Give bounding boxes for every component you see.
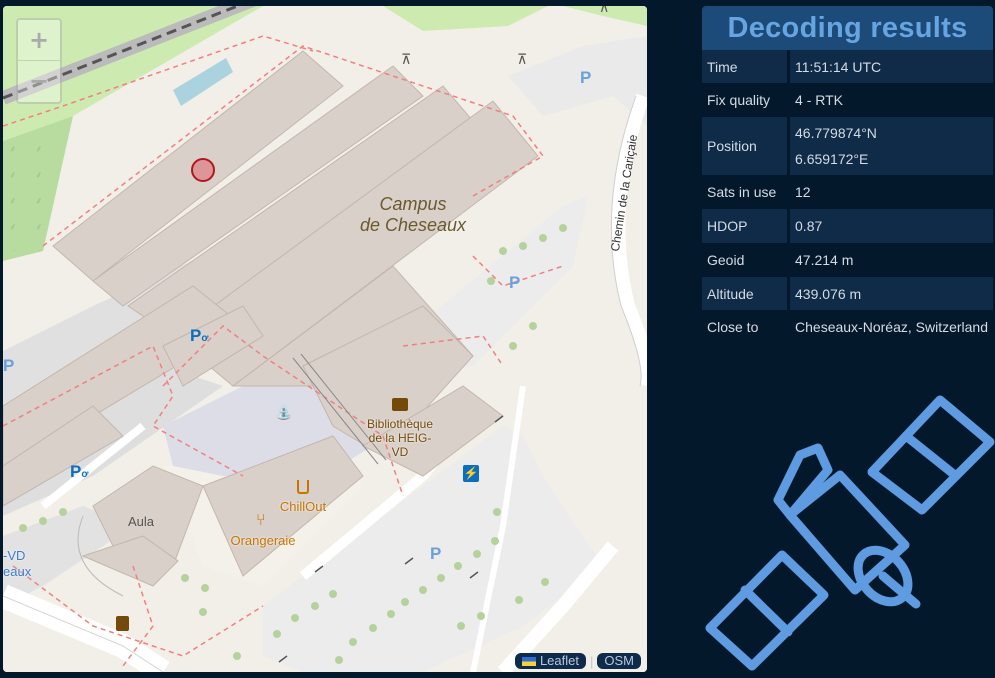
leaflet-link[interactable]: Leaflet	[514, 653, 586, 669]
longitude-value: 6.659172°E	[795, 151, 869, 167]
restaurant-icon: ⑂	[256, 510, 266, 529]
row-key: HDOP	[702, 209, 791, 243]
row-value: 0.87	[788, 209, 993, 243]
library-label-line2: de la HEIG-	[368, 431, 432, 445]
chillout-label: ChillOut	[279, 499, 327, 514]
row-value: Cheseaux-Noréaz, Switzerland	[788, 310, 993, 344]
library-label: Bibliothèque de la HEIG- VD	[355, 417, 445, 459]
osm-link[interactable]: OSM	[597, 653, 641, 669]
position-marker[interactable]	[191, 158, 215, 182]
leaflet-link-label: Leaflet	[539, 653, 579, 668]
row-key: Altitude	[702, 277, 791, 310]
zoom-in-button[interactable]: +	[18, 20, 60, 60]
campus-label-line2: de Cheseaux	[359, 215, 467, 235]
table-row: Time 11:51:14 UTC	[702, 50, 993, 83]
ukraine-flag-icon	[521, 657, 536, 666]
table-row: HDOP 0.87	[702, 209, 993, 243]
orangeraie-label: Orangeraie	[230, 533, 296, 548]
map-tiles[interactable]: ⸙	[3, 6, 647, 672]
parking-label: P	[3, 356, 15, 375]
row-key: Sats in use	[702, 175, 791, 209]
row-key: Position	[702, 117, 791, 175]
map-attribution: Leaflet | OSM	[514, 653, 641, 669]
row-value: 4 - RTK	[788, 83, 993, 117]
bicycle-parking-icon: Pơ	[190, 326, 209, 345]
aula-label: Aula	[127, 514, 155, 529]
picnic-table-icon: ⊼	[599, 6, 610, 16]
cut-label-2: eaux	[3, 564, 32, 579]
amenity-icon	[116, 616, 129, 631]
decoding-results-panel: Decoding results Time 11:51:14 UTC Fix q…	[702, 6, 993, 344]
latitude-value: 46.779874°N	[795, 125, 877, 141]
zoom-control: + −	[16, 18, 62, 104]
campus-label: Campus de Cheseaux	[355, 194, 471, 236]
row-value: 47.214 m	[788, 243, 993, 277]
charging-station-icon: ⚡	[463, 465, 479, 482]
campus-label-line1: Campus	[379, 194, 447, 214]
row-value: 46.779874°N 6.659172°E	[788, 117, 993, 175]
cut-label-1: -VD	[3, 548, 26, 563]
parking-label: P	[430, 544, 442, 563]
panel-title: Decoding results	[702, 6, 993, 50]
table-row: Position 46.779874°N 6.659172°E	[702, 117, 993, 175]
row-key: Fix quality	[702, 83, 791, 117]
row-key: Close to	[702, 310, 791, 344]
satellite-icon	[705, 395, 995, 671]
parking-label: P	[580, 68, 592, 87]
parking-label: P	[509, 273, 521, 292]
cafe-icon	[297, 480, 309, 494]
fountain-icon: ⛲	[275, 404, 293, 420]
table-row: Sats in use 12	[702, 175, 993, 209]
library-label-line3: VD	[391, 445, 409, 459]
bicycle-parking-icon: Pơ	[70, 462, 89, 481]
table-row: Close to Cheseaux-Noréaz, Switzerland	[702, 310, 993, 344]
table-row: Geoid 47.214 m	[702, 243, 993, 277]
library-icon	[392, 398, 408, 411]
picnic-table-icon: ⊼	[517, 52, 528, 68]
row-key: Time	[702, 50, 791, 83]
row-key: Geoid	[702, 243, 791, 277]
library-label-line1: Bibliothèque	[366, 417, 434, 431]
row-value: 12	[788, 175, 993, 209]
picnic-table-icon: ⊼	[401, 52, 412, 68]
table-row: Altitude 439.076 m	[702, 277, 993, 310]
results-table: Time 11:51:14 UTC Fix quality 4 - RTK Po…	[702, 50, 993, 344]
attribution-separator: |	[589, 653, 594, 669]
zoom-out-button[interactable]: −	[18, 60, 60, 102]
row-value: 439.076 m	[788, 277, 993, 310]
map-view[interactable]: ⸙	[3, 6, 647, 672]
table-row: Fix quality 4 - RTK	[702, 83, 993, 117]
row-value: 11:51:14 UTC	[788, 50, 993, 83]
